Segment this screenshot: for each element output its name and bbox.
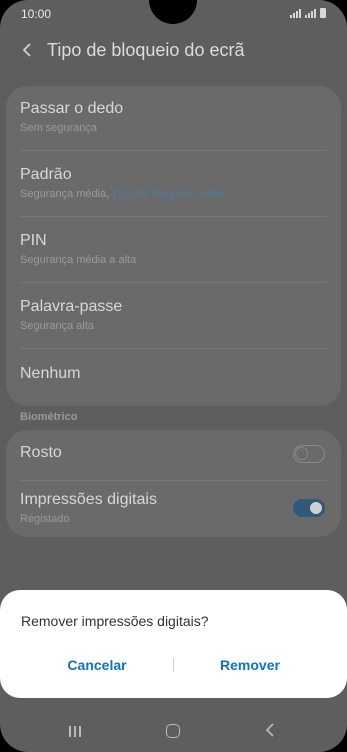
- divider: [20, 282, 327, 283]
- biometric-subtitle: Registado: [20, 513, 70, 525]
- lock-option-title: Padrão: [20, 166, 72, 183]
- lock-option-title: Palavra-passe: [20, 298, 123, 315]
- phone-screen: 10:00 Tipo de bloqueio do ecrã Passar o …: [0, 0, 347, 752]
- cancel-button[interactable]: Cancelar: [37, 657, 157, 673]
- status-time: 10:00: [21, 7, 52, 21]
- divider: [20, 480, 327, 481]
- lock-option-subtitle: Segurança alta: [20, 320, 94, 332]
- biometric-face-row[interactable]: Rosto: [20, 444, 327, 462]
- lock-option-subtitle: Segurança média, Tipo de bloqueio actual: [20, 188, 327, 200]
- toggle-knob: [295, 447, 308, 460]
- lock-option-subtitle-text: Segurança média,: [20, 188, 113, 200]
- lock-option-swipe[interactable]: Passar o dedo Sem segurança: [20, 100, 327, 134]
- dialog-button-separator: [173, 658, 174, 672]
- page-title: Tipo de bloqueio do ecrã: [47, 40, 245, 60]
- back-icon[interactable]: [264, 722, 276, 743]
- face-toggle-switch[interactable]: [293, 445, 325, 463]
- biometric-title: Rosto: [20, 444, 62, 461]
- lock-option-none[interactable]: Nenhum: [20, 365, 327, 383]
- biometrics-card: Rosto Impressões digitais Registado: [6, 430, 341, 537]
- lock-option-pin[interactable]: PIN Segurança média a alta: [20, 232, 327, 266]
- lock-types-card: Passar o dedo Sem segurança Padrão Segur…: [6, 86, 341, 406]
- divider: [20, 216, 327, 217]
- current-lock-type-label: Tipo de bloqueio actual: [112, 188, 226, 200]
- lock-option-title: Nenhum: [20, 365, 81, 382]
- divider: [20, 348, 327, 349]
- wifi-signal-icon: [290, 8, 301, 18]
- biometrics-section-label: Biométrico: [20, 411, 78, 423]
- battery-icon: [320, 8, 326, 18]
- lock-option-pattern[interactable]: Padrão Segurança média, Tipo de bloqueio…: [20, 166, 327, 200]
- dialog-message: Remover impressões digitais?: [21, 613, 209, 629]
- app-header: Tipo de bloqueio do ecrã: [0, 34, 347, 70]
- fingerprint-toggle-switch[interactable]: [293, 499, 325, 517]
- lock-option-password[interactable]: Palavra-passe Segurança alta: [20, 298, 327, 332]
- status-icons: [290, 8, 326, 18]
- lock-option-title: PIN: [20, 232, 47, 249]
- lock-option-title: Passar o dedo: [20, 100, 124, 117]
- lock-option-subtitle: Sem segurança: [20, 122, 98, 134]
- biometric-fingerprint-row[interactable]: Impressões digitais Registado: [20, 491, 327, 525]
- remove-button[interactable]: Remover: [190, 657, 310, 673]
- navigation-bar: [0, 710, 347, 752]
- home-icon[interactable]: [166, 724, 180, 738]
- recents-icon[interactable]: [69, 726, 81, 737]
- divider: [20, 150, 327, 151]
- biometric-title: Impressões digitais: [20, 491, 157, 508]
- toggle-knob: [308, 500, 324, 516]
- remove-fingerprints-dialog: Remover impressões digitais? Cancelar Re…: [0, 590, 347, 698]
- back-arrow-icon[interactable]: [18, 40, 38, 60]
- cell-signal-icon: [305, 8, 316, 18]
- lock-option-subtitle: Segurança média a alta: [20, 254, 137, 266]
